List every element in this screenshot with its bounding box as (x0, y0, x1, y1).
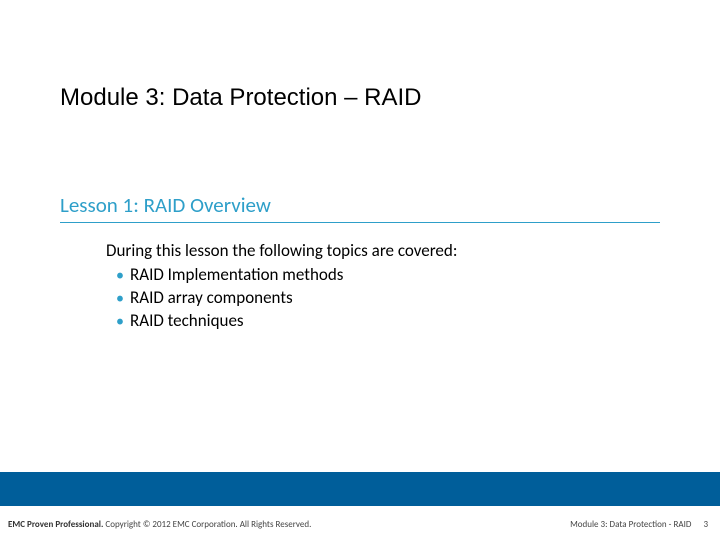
footer-band (0, 472, 720, 506)
footer-brand: EMC Proven Professional. (8, 519, 103, 530)
footer-copyright: Copyright © 2012 EMC Corporation. All Ri… (103, 519, 311, 530)
list-item: RAID array components (130, 287, 457, 310)
slide: Module 3: Data Protection – RAID Lesson … (0, 0, 720, 540)
footer-right: Module 3: Data Protection - RAID 3 (570, 519, 708, 530)
footer-module: Module 3: Data Protection - RAID (570, 519, 691, 530)
list-item: RAID techniques (130, 310, 457, 333)
module-title: Module 3: Data Protection – RAID (60, 84, 422, 112)
lesson-title: Lesson 1: RAID Overview (60, 192, 271, 218)
list-item: RAID Implementation methods (130, 264, 457, 287)
page-number: 3 (703, 519, 708, 530)
lesson-body: During this lesson the following topics … (106, 240, 457, 332)
lesson-underline (60, 222, 660, 223)
footer-left: EMC Proven Professional. Copyright © 201… (8, 519, 311, 530)
lesson-intro: During this lesson the following topics … (106, 240, 457, 262)
bullet-list: RAID Implementation methods RAID array c… (106, 264, 457, 332)
